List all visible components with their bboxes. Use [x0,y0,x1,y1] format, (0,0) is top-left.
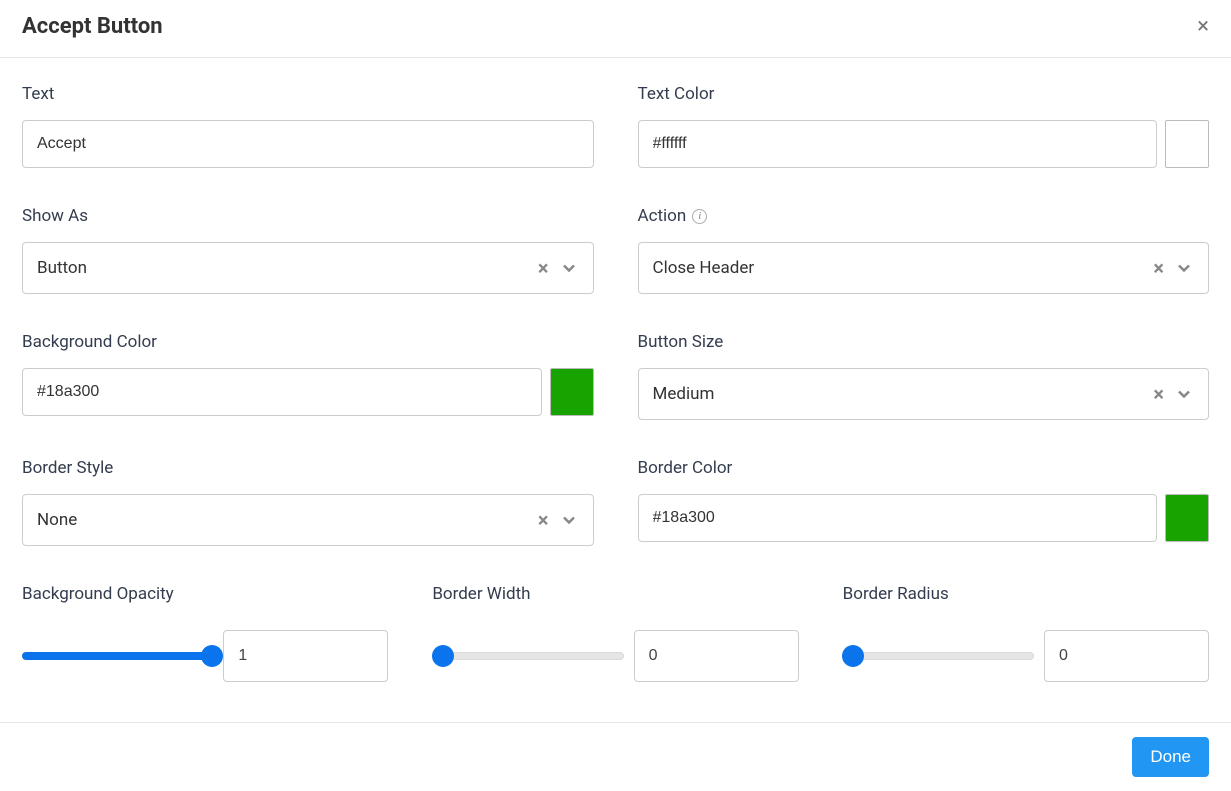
button-size-select[interactable]: Medium × [638,368,1210,420]
close-icon[interactable]: × [1197,16,1209,38]
text-field: Text [22,84,594,168]
background-opacity-slider[interactable] [22,652,213,660]
border-style-label: Border Style [22,458,594,478]
modal-header: Accept Button × [0,0,1231,58]
text-color-field: Text Color [638,84,1210,168]
border-radius-control [843,630,1209,682]
background-opacity-value-input[interactable] [223,630,388,682]
border-radius-value-input[interactable] [1044,630,1209,682]
button-size-icons: × [1153,384,1194,404]
background-color-field: Background Color [22,332,594,420]
chevron-down-icon[interactable] [559,510,579,530]
slider-fill [22,652,211,660]
text-color-swatch[interactable] [1165,120,1209,168]
fields-grid: Text Text Color Show As Button × [22,84,1209,546]
slider-thumb[interactable] [432,645,454,667]
border-style-value: None [37,510,538,530]
background-opacity-control [22,630,388,682]
clear-icon[interactable]: × [538,510,549,530]
border-radius-field: Border Radius [843,584,1209,682]
border-color-swatch[interactable] [1165,494,1209,542]
border-color-row [638,494,1210,542]
action-value: Close Header [653,258,1154,278]
show-as-field: Show As Button × [22,206,594,294]
modal-footer: Done [0,722,1231,791]
slider-thumb[interactable] [842,645,864,667]
modal-title: Accept Button [22,14,163,39]
show-as-label: Show As [22,206,594,226]
border-width-field: Border Width [432,584,798,682]
border-color-field: Border Color [638,458,1210,546]
action-label: Action i [638,206,1210,226]
button-size-field: Button Size Medium × [638,332,1210,420]
border-radius-slider[interactable] [843,652,1034,660]
show-as-select[interactable]: Button × [22,242,594,294]
slider-thumb[interactable] [201,645,223,667]
border-style-field: Border Style None × [22,458,594,546]
border-radius-label: Border Radius [843,584,1209,604]
background-opacity-label: Background Opacity [22,584,388,604]
show-as-icons: × [538,258,579,278]
done-button[interactable]: Done [1132,737,1209,777]
clear-icon[interactable]: × [1153,384,1164,404]
background-color-label: Background Color [22,332,594,352]
sliders-row: Background Opacity Border Width [22,584,1209,682]
clear-icon[interactable]: × [1153,258,1164,278]
border-color-label: Border Color [638,458,1210,478]
text-color-label: Text Color [638,84,1210,104]
clear-icon[interactable]: × [538,258,549,278]
chevron-down-icon[interactable] [1174,384,1194,404]
accept-button-modal: Accept Button × Text Text Color Show As [0,0,1231,791]
chevron-down-icon[interactable] [1174,258,1194,278]
background-color-row [22,368,594,416]
text-input[interactable] [22,120,594,168]
border-color-input[interactable] [638,494,1158,542]
border-width-value-input[interactable] [634,630,799,682]
text-label: Text [22,84,594,104]
border-style-icons: × [538,510,579,530]
border-width-label: Border Width [432,584,798,604]
button-size-value: Medium [653,384,1154,404]
action-field: Action i Close Header × [638,206,1210,294]
button-size-label: Button Size [638,332,1210,352]
border-width-slider[interactable] [432,652,623,660]
background-color-input[interactable] [22,368,542,416]
action-label-text: Action [638,206,687,226]
show-as-value: Button [37,258,538,278]
action-icons: × [1153,258,1194,278]
background-opacity-field: Background Opacity [22,584,388,682]
border-width-control [432,630,798,682]
background-color-swatch[interactable] [550,368,594,416]
text-color-input[interactable] [638,120,1158,168]
info-icon[interactable]: i [692,209,707,224]
modal-body: Text Text Color Show As Button × [0,58,1231,722]
chevron-down-icon[interactable] [559,258,579,278]
border-style-select[interactable]: None × [22,494,594,546]
action-select[interactable]: Close Header × [638,242,1210,294]
text-color-row [638,120,1210,168]
